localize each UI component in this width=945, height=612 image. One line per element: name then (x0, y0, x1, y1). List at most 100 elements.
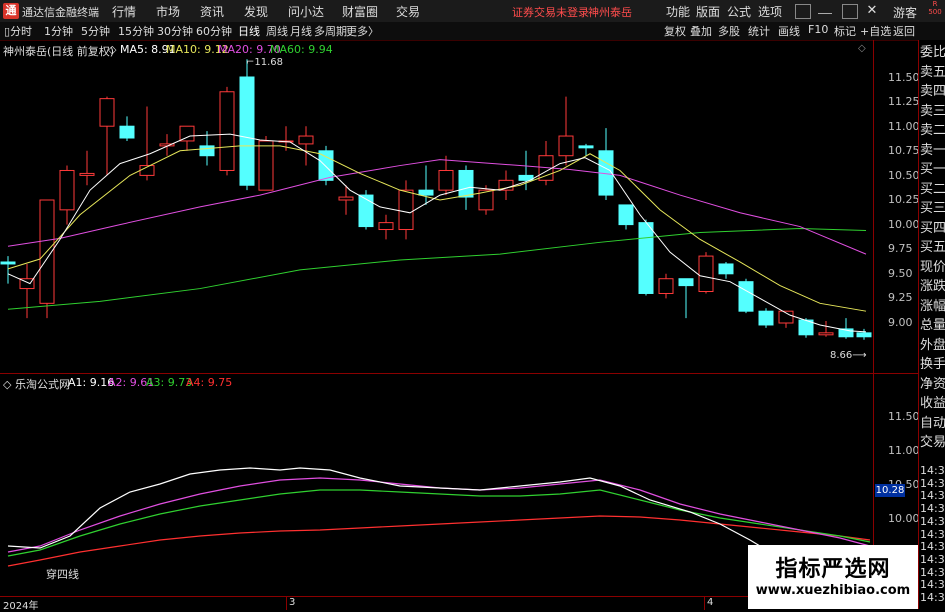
candle-body (378, 222, 394, 231)
menu-wealth[interactable]: 财富圈 (342, 3, 378, 20)
tool-draw[interactable]: 画线 (778, 23, 800, 39)
tool-overlay[interactable]: 叠加 (690, 23, 712, 39)
date-label: 3 (289, 597, 296, 608)
period-15min[interactable]: 15分钟 (118, 23, 154, 39)
candle-body (658, 278, 674, 294)
maximize-icon[interactable] (842, 4, 858, 19)
menu-discover[interactable]: 发现 (244, 3, 268, 20)
date-label: 2024年 (3, 601, 39, 612)
close-icon[interactable]: ✕ (865, 4, 879, 17)
period-month[interactable]: 月线 (290, 23, 312, 39)
quote-field-20: 交易 (920, 435, 945, 450)
app-title: 通达信金融终端 (22, 6, 99, 19)
period-more[interactable]: 更多〉 (346, 23, 379, 39)
period-day[interactable]: 日线 (238, 23, 260, 39)
menu-options[interactable]: 选项 (758, 3, 782, 20)
candle-body (718, 263, 734, 275)
period-1min[interactable]: 1分钟 (44, 23, 73, 39)
period-60min[interactable]: 60分钟 (196, 23, 232, 39)
candlestick-panel[interactable]: 神州泰岳(日线 前复权) ◇ MA5: 8.91 MA10: 9.12 MA20… (0, 40, 873, 373)
candle-body (856, 332, 872, 338)
period-30min[interactable]: 30分钟 (157, 23, 193, 39)
candle-body (678, 278, 694, 287)
candle-body (358, 194, 374, 228)
menu-trade[interactable]: 交易 (396, 3, 420, 20)
quote-field-18: 收益 (920, 396, 945, 411)
y-tick: 11.25 (888, 95, 920, 108)
watermark: 指标严选网 www.xuezhibiao.com (748, 545, 918, 609)
candle-body (99, 98, 115, 127)
y-tick: 11.50 (888, 71, 920, 84)
candlestick-svg (0, 59, 872, 340)
trade-time: 14:35 (920, 578, 945, 592)
candle-body (818, 332, 834, 336)
period-timeshare[interactable]: ▯分时 (4, 23, 32, 39)
app-logo-icon: 通 (3, 3, 19, 19)
current-price-tag: 10.28 (875, 484, 905, 497)
cross-four-lines-note: 穿四线 (46, 568, 79, 581)
trade-time: 14:35 (920, 464, 945, 477)
y-tick: 10.50 (888, 169, 920, 182)
tool-f10[interactable]: F10 (808, 23, 828, 36)
y-tick: 11.50 (888, 410, 920, 423)
quote-field-0: 委比 (920, 45, 945, 60)
menu-quotes[interactable]: 行情 (112, 3, 136, 20)
menu-news[interactable]: 资讯 (200, 3, 224, 20)
quote-field-10: 买五 (920, 240, 945, 255)
quote-field-15: 外盘 (920, 337, 945, 353)
quote-field-13: 涨幅 (920, 298, 945, 314)
period-5min[interactable]: 5分钟 (81, 23, 110, 39)
y-tick: 9.50 (888, 267, 913, 280)
quote-field-1: 卖五 (920, 64, 945, 80)
trade-time: 14:35 (920, 502, 945, 516)
tool-adjust[interactable]: 复权 (664, 23, 686, 39)
quote-field-7: 买二 (920, 181, 945, 197)
quote-field-11: 现价 (920, 259, 945, 275)
menu-ask[interactable]: 问小达 (288, 3, 324, 20)
corner-badge: R 500 (928, 0, 942, 16)
candle-body (79, 172, 95, 176)
tool-back[interactable]: 返回 (893, 23, 915, 39)
candle-body (578, 145, 594, 149)
menu-function[interactable]: 功能 (666, 3, 690, 20)
quote-field-19: 自动 (920, 415, 945, 431)
menu-market[interactable]: 市场 (156, 3, 180, 20)
candle-body (438, 169, 454, 191)
period-week[interactable]: 周线 (266, 23, 288, 39)
candle-body (179, 125, 195, 142)
window-icon[interactable] (795, 4, 811, 19)
candle-body (258, 140, 274, 191)
candle-body (458, 169, 474, 198)
y-tick: 10.00 (888, 218, 920, 231)
indicator-panel[interactable]: ◇ 乐淘公式网 A1: 9.16 A2: 9.61 A3: 9.73 A4: 9… (0, 374, 873, 594)
watermark-title: 指标严选网 (775, 557, 891, 582)
guest-label[interactable]: 游客 (893, 4, 917, 21)
candle-body (119, 125, 135, 139)
period-multi[interactable]: 多周期 (314, 23, 347, 39)
tool-stats[interactable]: 统计 (748, 23, 770, 39)
candle-body (418, 189, 434, 196)
menu-formula[interactable]: 公式 (727, 3, 751, 20)
price-axis: 11.50 11.25 11.00 10.75 10.50 10.25 10.0… (873, 40, 920, 373)
candle-body (758, 310, 774, 326)
login-warning[interactable]: 证券交易未登录 (512, 4, 589, 20)
tool-add-watchlist[interactable]: +自选 (860, 23, 891, 39)
candle-body (0, 261, 16, 265)
quote-field-14: 总量 (920, 318, 945, 333)
tool-mark[interactable]: 标记 (834, 23, 856, 39)
quote-field-5: 卖一 (920, 142, 945, 158)
quote-side-panel: 委比 卖五 卖四 卖三 卖二 卖一 买一 买二 买三 买四 买五 现价 涨跌 涨幅 总量 外盘 换手 净资 收益 自动… (918, 40, 945, 609)
trade-time: 14:35 (920, 565, 945, 579)
candle-body (698, 255, 714, 293)
y-tick: 10.00 (888, 512, 920, 525)
y-tick: 10.25 (888, 193, 920, 206)
trade-time: 14:35 (920, 591, 945, 604)
menu-layout[interactable]: 版面 (696, 3, 720, 20)
candle-body (738, 281, 754, 312)
minimize-icon[interactable] (818, 4, 832, 14)
watermark-url: www.xuezhibiao.com (755, 583, 911, 598)
candle-body (338, 196, 354, 201)
tool-multistock[interactable]: 多股 (718, 23, 740, 39)
trade-time: 14:35 (920, 476, 945, 490)
candle-body (618, 204, 634, 226)
